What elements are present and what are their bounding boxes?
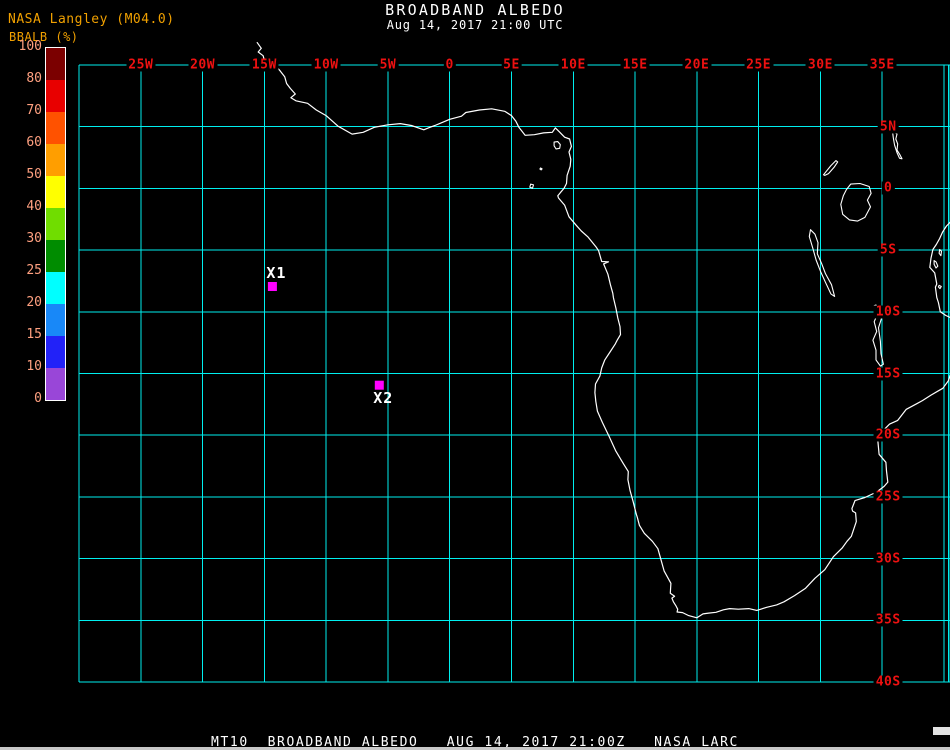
coastline-africa-west-south-coast — [256, 41, 950, 619]
map-canvas[interactable] — [0, 0, 950, 750]
lon-label-10E: 10E — [558, 57, 588, 73]
lon-label-0: 0 — [443, 57, 456, 73]
lon-label-25W: 25W — [126, 57, 156, 73]
lat-label-10S: 10S — [873, 304, 903, 320]
lake-outline-lake-albert — [822, 160, 839, 176]
lat-label-20S: 20S — [873, 427, 903, 443]
scrollbar-corner — [933, 727, 950, 735]
island-outline-bioko — [553, 141, 561, 150]
island-outline-zanzibar — [933, 260, 939, 269]
island-outline-mafia-island — [937, 284, 942, 290]
lon-label-15E: 15E — [620, 57, 650, 73]
lon-label-10W: 10W — [311, 57, 341, 73]
island-outline-pemba-island — [938, 248, 943, 257]
lake-outline-lake-tanganyika — [808, 229, 836, 297]
lon-label-20W: 20W — [188, 57, 218, 73]
marker-x1-square — [267, 282, 277, 291]
lat-label-25S: 25S — [873, 489, 903, 505]
lon-label-5W: 5W — [377, 57, 399, 73]
lon-label-30E: 30E — [805, 57, 835, 73]
marker-x2-label: X2 — [373, 389, 394, 408]
lon-label-20E: 20E — [682, 57, 712, 73]
lake-outline-lake-turkana — [892, 131, 903, 160]
lat-label-15S: 15S — [873, 366, 903, 381]
lake-outline-lake-victoria — [840, 182, 872, 222]
lat-label-35S: 35S — [873, 612, 903, 628]
coastline-africa-east-coast — [929, 221, 950, 319]
lat-label-30S: 30S — [873, 551, 903, 567]
lat-label-5N: 5N — [877, 119, 899, 135]
lon-label-15W: 15W — [249, 57, 279, 73]
lon-label-35E: 35E — [867, 57, 897, 73]
lon-label-5E: 5E — [501, 57, 522, 73]
lat-label-5S: 5S — [877, 242, 899, 258]
albedo-map-viewer: BROADBAND ALBEDO Aug 14, 2017 21:00 UTC … — [0, 0, 950, 750]
marker-x1-label: X1 — [266, 263, 287, 282]
island-outline-principe — [539, 167, 543, 171]
lat-label-0: 0 — [882, 180, 895, 196]
lon-label-25E: 25E — [744, 57, 774, 73]
lat-label-40S: 40S — [873, 674, 903, 690]
island-outline-sao-tome — [529, 183, 535, 189]
